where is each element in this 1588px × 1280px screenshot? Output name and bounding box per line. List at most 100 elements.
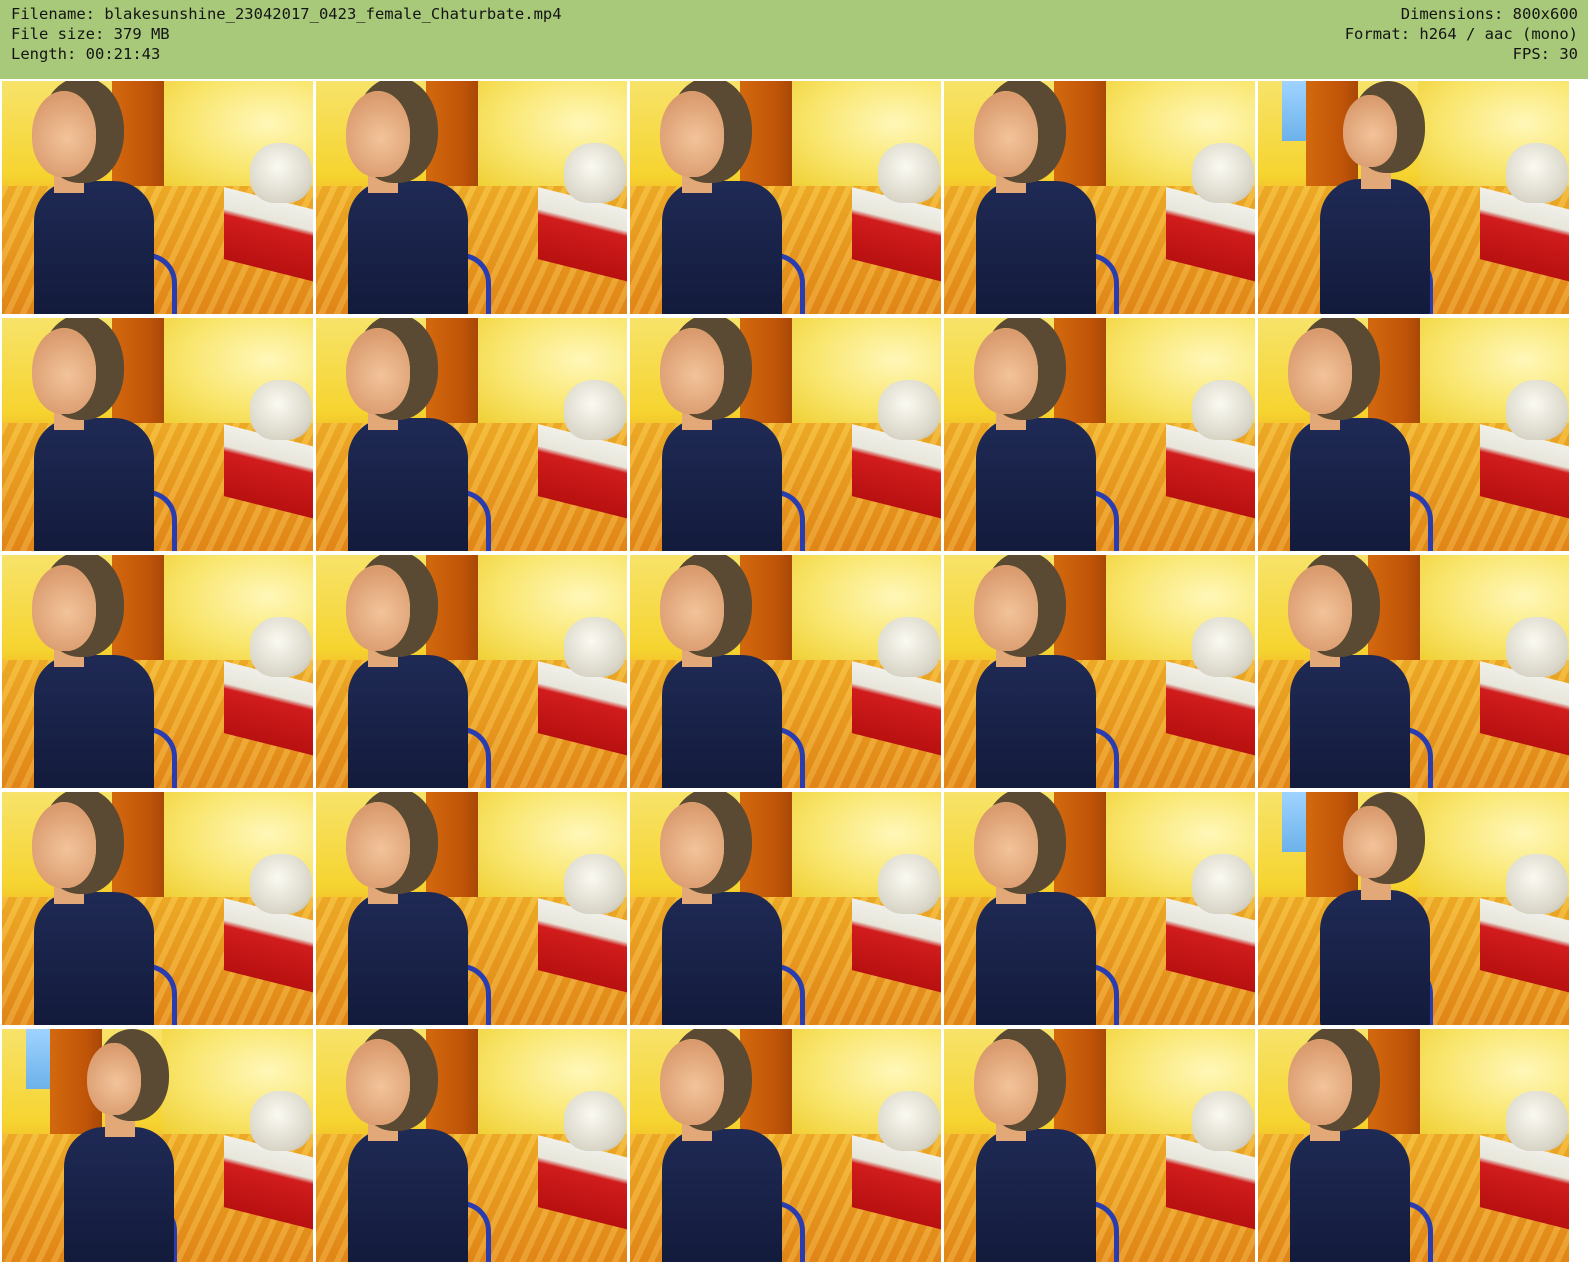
video-thumbnail — [1258, 555, 1569, 788]
thumbnail-person-head — [1343, 806, 1397, 878]
thumbnail-person-dress — [976, 892, 1096, 1025]
thumbnail-person-dress — [1320, 179, 1430, 314]
video-thumbnail — [944, 318, 1255, 551]
thumbnail-person-head — [660, 802, 724, 888]
thumbnail-toy — [250, 143, 312, 203]
thumbnail-toy — [564, 617, 626, 677]
thumbnail-person-dress — [662, 181, 782, 314]
video-thumbnail — [2, 81, 313, 314]
video-thumbnail — [944, 1029, 1255, 1262]
length-line: Length: 00:21:43 — [11, 45, 161, 63]
video-thumbnail — [316, 81, 627, 314]
thumbnail-person-dress — [662, 418, 782, 551]
video-thumbnail — [2, 318, 313, 551]
thumbnail-person-dress — [34, 181, 154, 314]
thumbnail-person-head — [1343, 95, 1397, 167]
file-size-line: File size: 379 MB — [11, 25, 170, 43]
thumbnail-person-head — [660, 91, 724, 177]
thumbnail-toy — [564, 854, 626, 914]
thumbnail-person-dress — [976, 1129, 1096, 1262]
thumbnail-person-head — [1288, 565, 1352, 651]
filename-line: Filename: blakesunshine_23042017_0423_fe… — [11, 5, 562, 23]
video-thumbnail — [630, 81, 941, 314]
thumbnail-toy — [250, 380, 312, 440]
thumbnail-person-head — [87, 1043, 141, 1115]
thumbnail-person-dress — [348, 418, 468, 551]
video-thumbnail — [316, 318, 627, 551]
thumbnail-person-head — [346, 802, 410, 888]
thumbnail-toy — [1192, 617, 1254, 677]
thumbnail-person-dress — [662, 655, 782, 788]
thumbnail-toy — [1506, 617, 1568, 677]
video-thumbnail — [316, 792, 627, 1025]
video-thumbnail — [2, 792, 313, 1025]
video-thumbnail — [630, 555, 941, 788]
video-thumbnail — [316, 1029, 627, 1262]
video-thumbnail — [316, 555, 627, 788]
thumbnail-person-dress — [348, 892, 468, 1025]
thumbnail-toy — [564, 380, 626, 440]
thumbnail-toy — [1192, 143, 1254, 203]
thumbnail-person-neck — [1361, 165, 1391, 189]
thumbnail-person-head — [1288, 1039, 1352, 1125]
video-thumbnail — [630, 792, 941, 1025]
video-thumbnail — [1258, 318, 1569, 551]
thumbnail-toy — [878, 617, 940, 677]
thumbnail-toy — [1192, 1091, 1254, 1151]
thumbnail-toy — [1506, 143, 1568, 203]
video-thumbnail — [630, 318, 941, 551]
thumbnail-person-head — [32, 802, 96, 888]
video-thumbnail — [944, 792, 1255, 1025]
thumbnail-grid — [2, 81, 1569, 1262]
thumbnail-person-head — [974, 91, 1038, 177]
thumbnail-toy — [250, 854, 312, 914]
thumbnail-person-dress — [976, 655, 1096, 788]
thumbnail-person-dress — [34, 892, 154, 1025]
thumbnail-toy — [878, 143, 940, 203]
thumbnail-person-dress — [976, 418, 1096, 551]
video-thumbnail — [1258, 81, 1569, 314]
thumbnail-toy — [564, 143, 626, 203]
fps-line: FPS: 30 — [1512, 45, 1578, 63]
thumbnail-person-dress — [1290, 1129, 1410, 1262]
thumbnail-toy — [1192, 380, 1254, 440]
metadata-header: Filename: blakesunshine_23042017_0423_fe… — [0, 0, 1588, 79]
thumbnail-person-dress — [348, 181, 468, 314]
format-line: Format: h264 / aac (mono) — [1344, 25, 1578, 43]
video-thumbnail — [1258, 792, 1569, 1025]
thumbnail-toy — [1192, 854, 1254, 914]
thumbnail-person-dress — [348, 1129, 468, 1262]
thumbnail-person-dress — [348, 655, 468, 788]
thumbnail-toy — [1506, 854, 1568, 914]
thumbnail-person-dress — [662, 892, 782, 1025]
thumbnail-toy — [1506, 380, 1568, 440]
thumbnail-toy — [1506, 1091, 1568, 1151]
thumbnail-person-head — [32, 328, 96, 414]
dimensions-line: Dimensions: 800x600 — [1400, 5, 1578, 23]
thumbnail-person-head — [346, 565, 410, 651]
video-thumbnail — [944, 81, 1255, 314]
thumbnail-person-head — [32, 91, 96, 177]
thumbnail-person-dress — [1290, 418, 1410, 551]
thumbnail-person-head — [1288, 328, 1352, 414]
video-thumbnail — [2, 555, 313, 788]
thumbnail-person-head — [974, 1039, 1038, 1125]
thumbnail-person-head — [660, 565, 724, 651]
thumbnail-window — [1282, 81, 1308, 141]
thumbnail-person-dress — [34, 418, 154, 551]
thumbnail-person-neck — [105, 1113, 135, 1137]
thumbnail-person-head — [346, 328, 410, 414]
video-thumbnail — [2, 1029, 313, 1262]
thumbnail-person-head — [974, 802, 1038, 888]
thumbnail-toy — [878, 380, 940, 440]
video-thumbnail — [630, 1029, 941, 1262]
thumbnail-person-head — [346, 1039, 410, 1125]
thumbnail-toy — [250, 1091, 312, 1151]
thumbnail-window — [1282, 792, 1308, 852]
thumbnail-person-head — [974, 565, 1038, 651]
thumbnail-person-dress — [976, 181, 1096, 314]
thumbnail-person-head — [346, 91, 410, 177]
thumbnail-person-head — [32, 565, 96, 651]
video-thumbnail — [1258, 1029, 1569, 1262]
thumbnail-toy — [250, 617, 312, 677]
